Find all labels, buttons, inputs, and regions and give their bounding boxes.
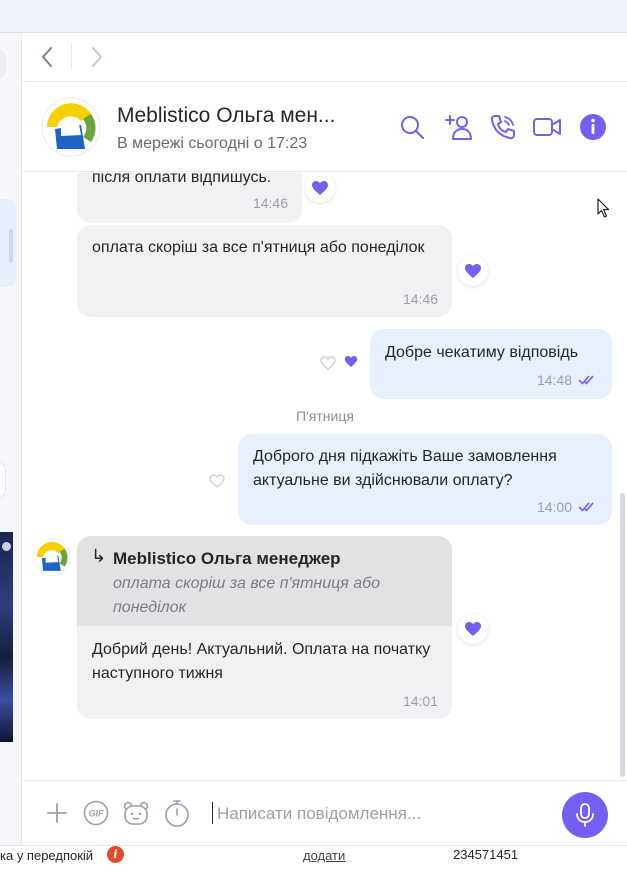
reply-arrow-icon: ↳ bbox=[91, 546, 107, 566]
background-add-link[interactable]: додати bbox=[303, 848, 345, 863]
mouse-cursor-icon bbox=[597, 198, 610, 218]
nav-divider bbox=[71, 44, 72, 70]
chat-list-item-avatar[interactable] bbox=[0, 461, 6, 499]
message-list: після оплати відпишусь. 14:46 оплата ско… bbox=[22, 173, 627, 780]
chat-header: Meblistico Ольга мен... В мережі сьогодн… bbox=[22, 82, 627, 172]
background-row-number: 234571451 bbox=[453, 847, 519, 862]
text-caret bbox=[212, 802, 213, 824]
browser-top-strip bbox=[0, 0, 627, 33]
gif-button[interactable]: GIF bbox=[82, 799, 110, 827]
background-page-row: ка у передпокій i додати 234571451 bbox=[0, 845, 627, 877]
disappearing-message-button[interactable] bbox=[163, 799, 191, 827]
reply-text: оплата скоріш за все п'ятниця або понеді… bbox=[113, 575, 381, 616]
warning-icon: i bbox=[107, 846, 124, 863]
heart-filled-icon bbox=[344, 356, 358, 367]
gif-icon: GIF bbox=[83, 800, 109, 826]
message-bubble-outgoing[interactable]: Доброго дня підкажіть Ваше замовлення ак… bbox=[238, 434, 612, 525]
timer-icon bbox=[165, 800, 189, 827]
read-checkmarks-icon bbox=[578, 502, 594, 512]
background-image bbox=[0, 532, 13, 742]
chat-list-search[interactable] bbox=[0, 47, 6, 81]
reaction-button[interactable] bbox=[305, 173, 335, 203]
chevron-right-icon bbox=[92, 47, 102, 67]
image-icon bbox=[2, 542, 11, 551]
heart-filled-icon bbox=[465, 622, 481, 636]
message-composer: GIF bbox=[22, 780, 627, 845]
svg-text:GIF: GIF bbox=[89, 809, 105, 819]
phone-icon bbox=[490, 115, 515, 140]
add-user-icon bbox=[445, 115, 472, 140]
message-time: 14:48 bbox=[536, 372, 572, 388]
reply-quote[interactable]: ↳ Meblistico Ольга менеджер оплата скорі… bbox=[77, 536, 452, 626]
video-camera-icon bbox=[533, 118, 561, 136]
message-bubble-incoming[interactable]: ↳ Meblistico Ольга менеджер оплата скорі… bbox=[77, 536, 452, 719]
read-checkmarks-icon bbox=[578, 375, 594, 385]
chevron-left-icon bbox=[42, 47, 52, 67]
attach-button[interactable] bbox=[43, 799, 71, 827]
reaction-button[interactable] bbox=[203, 467, 231, 495]
add-participant-button[interactable] bbox=[443, 112, 473, 142]
message-time: 14:46 bbox=[252, 195, 288, 211]
sticker-button[interactable] bbox=[122, 799, 150, 827]
plus-icon bbox=[47, 803, 67, 823]
message-text: оплата скоріш за все п'ятниця або понеді… bbox=[92, 239, 425, 256]
heart-outline-icon bbox=[206, 470, 228, 492]
call-button[interactable] bbox=[488, 112, 518, 142]
contact-avatar[interactable] bbox=[41, 97, 101, 157]
reply-author: Meblistico Ольга менеджер bbox=[113, 549, 341, 568]
reaction-heart bbox=[344, 355, 360, 369]
search-button[interactable] bbox=[397, 112, 427, 142]
message-time: 14:01 bbox=[402, 693, 438, 709]
day-separator: П'ятниця bbox=[296, 408, 354, 424]
message-text: Добре чекатиму відповідь bbox=[385, 344, 579, 361]
message-time: 14:46 bbox=[402, 291, 438, 307]
info-icon bbox=[580, 114, 606, 140]
sender-avatar[interactable] bbox=[33, 538, 71, 576]
microphone-icon bbox=[576, 803, 594, 827]
heart-filled-icon bbox=[465, 264, 481, 278]
reaction-button[interactable] bbox=[314, 349, 342, 377]
video-call-button[interactable] bbox=[532, 112, 562, 142]
heart-filled-icon bbox=[312, 181, 328, 195]
heart-outline-icon bbox=[317, 352, 339, 374]
contact-name[interactable]: Meblistico Ольга мен... bbox=[117, 104, 335, 128]
message-bubble-incoming[interactable]: оплата скоріш за все п'ятниця або понеді… bbox=[77, 225, 452, 317]
reaction-button[interactable] bbox=[458, 256, 488, 286]
message-text: Добрий день! Актуальний. Оплата на почат… bbox=[92, 641, 431, 682]
chat-list-item-selected[interactable] bbox=[0, 199, 16, 287]
message-text: Доброго дня підкажіть Ваше замовлення ак… bbox=[253, 448, 557, 489]
message-bubble-incoming[interactable]: після оплати відпишусь. 14:46 bbox=[77, 173, 302, 223]
back-button[interactable] bbox=[35, 45, 59, 69]
message-text: після оплати відпишусь. bbox=[92, 173, 272, 186]
message-time: 14:00 bbox=[536, 499, 572, 515]
chat-window: Meblistico Ольга мен... В мережі сьогодн… bbox=[21, 33, 627, 845]
reaction-button[interactable] bbox=[458, 614, 488, 644]
sticker-bear-icon bbox=[123, 801, 149, 825]
search-icon bbox=[401, 116, 424, 139]
forward-button[interactable] bbox=[85, 45, 109, 69]
voice-message-button[interactable] bbox=[562, 792, 608, 838]
message-bubble-outgoing[interactable]: Добре чекатиму відповідь 14:48 bbox=[370, 329, 612, 399]
navigation-bar bbox=[22, 33, 627, 82]
contact-status: В мережі сьогодні о 17:23 bbox=[117, 135, 308, 152]
background-row-label: ка у передпокій bbox=[0, 848, 94, 863]
message-list-scrollbar[interactable] bbox=[620, 493, 625, 777]
message-input[interactable] bbox=[217, 801, 547, 827]
info-button[interactable] bbox=[578, 112, 608, 142]
